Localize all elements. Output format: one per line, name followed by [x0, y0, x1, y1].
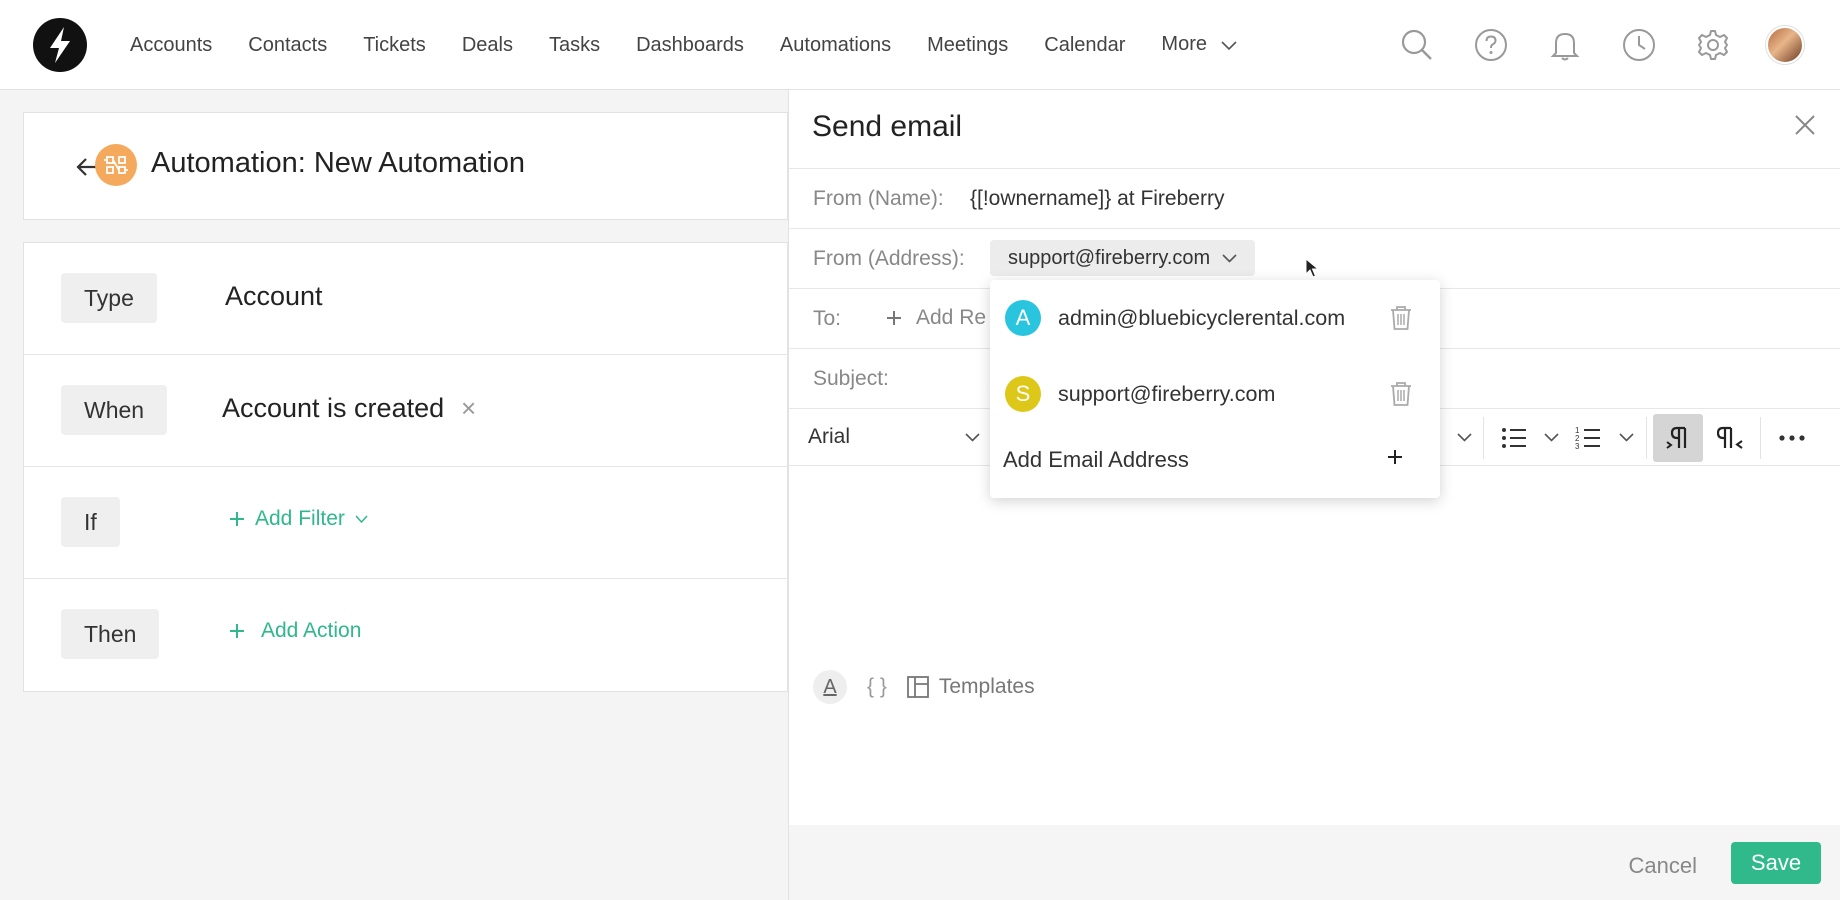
automation-rules-card: Type Account When Account is created × I…: [23, 242, 789, 692]
address-initial-badge: A: [1005, 300, 1041, 336]
add-email-address-label: Add Email Address: [1003, 447, 1189, 472]
help-icon[interactable]: [1470, 24, 1512, 66]
add-email-address-button[interactable]: Add Email Address: [990, 430, 1440, 490]
close-icon[interactable]: [1792, 112, 1818, 138]
template-icon: [906, 676, 929, 698]
rule-value-type[interactable]: Account: [225, 281, 323, 312]
chevron-down-icon[interactable]: [1544, 429, 1559, 447]
plus-icon: [887, 311, 901, 325]
plus-icon: [1386, 448, 1404, 471]
add-filter-label: Add Filter: [255, 507, 345, 530]
add-action-button[interactable]: Add Action: [229, 619, 361, 643]
nav-item-contacts[interactable]: Contacts: [230, 34, 345, 57]
from-name-row: From (Name): {[!ownername]} at Fireberry: [789, 168, 1840, 228]
header-actions: [1396, 24, 1804, 66]
rule-row-if: If Add Filter: [24, 467, 789, 579]
gear-icon[interactable]: [1692, 24, 1734, 66]
address-option[interactable]: S support@fireberry.com: [990, 356, 1440, 432]
nav-item-automations[interactable]: Automations: [762, 34, 909, 57]
add-action-label: Add Action: [261, 619, 362, 642]
subject-label: Subject:: [813, 367, 889, 390]
trash-icon[interactable]: [1389, 305, 1413, 331]
chevron-down-icon[interactable]: [965, 429, 980, 447]
editor-bottom-tools: A { } Templates: [813, 670, 1035, 704]
add-recipient-button[interactable]: Add Re: [886, 306, 986, 330]
nav-item-dashboards[interactable]: Dashboards: [618, 34, 762, 57]
svg-text:3: 3: [1575, 442, 1580, 451]
rule-row-type: Type Account: [24, 243, 789, 355]
chevron-down-icon: [1220, 34, 1237, 57]
add-filter-button[interactable]: Add Filter: [229, 507, 368, 531]
from-address-label: From (Address):: [813, 247, 965, 270]
from-address-dropdown: A admin@bluebicyclerental.com S support@…: [990, 280, 1440, 498]
from-name-label: From (Name):: [813, 187, 944, 210]
rule-chip-when: When: [61, 385, 168, 435]
bell-icon[interactable]: [1544, 24, 1586, 66]
address-initial-badge: S: [1005, 376, 1041, 412]
rule-row-then: Then Add Action: [24, 579, 789, 691]
numbered-list-icon[interactable]: 123: [1563, 414, 1613, 462]
rule-chip-if: If: [61, 497, 120, 547]
bulleted-list-icon[interactable]: [1489, 414, 1539, 462]
to-label: To:: [813, 307, 842, 330]
rule-row-when: When Account is created ×: [24, 355, 789, 467]
nav-item-calendar[interactable]: Calendar: [1026, 34, 1143, 57]
toolbar-divider: [1646, 417, 1647, 459]
chevron-down-icon[interactable]: [1619, 429, 1634, 447]
templates-label: Templates: [938, 675, 1035, 698]
remove-trigger-icon[interactable]: ×: [461, 393, 476, 424]
nav-item-tickets[interactable]: Tickets: [345, 34, 444, 57]
rule-value-when[interactable]: Account is created: [222, 393, 444, 424]
from-address-select[interactable]: support@fireberry.com: [990, 240, 1256, 276]
more-options-icon[interactable]: [1767, 414, 1817, 462]
font-family-select[interactable]: Arial: [808, 425, 850, 449]
from-address-value: support@fireberry.com: [1008, 246, 1211, 269]
nav-more-label: More: [1161, 33, 1207, 56]
from-name-value[interactable]: {[!ownername]} at Fireberry: [970, 187, 1224, 211]
cancel-button[interactable]: Cancel: [1629, 853, 1697, 879]
templates-button[interactable]: Templates: [906, 675, 1035, 699]
text-format-icon[interactable]: A: [813, 670, 847, 704]
toolbar-divider: [1483, 417, 1484, 459]
ltr-paragraph-icon[interactable]: [1653, 414, 1703, 462]
plus-icon: [230, 624, 244, 638]
nav-item-accounts[interactable]: Accounts: [112, 34, 230, 57]
user-avatar[interactable]: [1766, 26, 1804, 64]
nav-item-meetings[interactable]: Meetings: [909, 34, 1026, 57]
nav-more-menu[interactable]: More: [1143, 33, 1254, 56]
rtl-paragraph-icon[interactable]: [1705, 414, 1755, 462]
nav-item-tasks[interactable]: Tasks: [531, 34, 618, 57]
chevron-down-icon[interactable]: [1457, 429, 1472, 447]
toolbar-divider: [1760, 417, 1761, 459]
panel-footer: Cancel Save: [789, 825, 1840, 900]
automation-title: Automation: New Automation: [151, 147, 525, 179]
plus-icon: [230, 512, 244, 526]
trash-icon[interactable]: [1389, 381, 1413, 407]
top-navigation-bar: Accounts Contacts Tickets Deals Tasks Da…: [0, 0, 1840, 90]
address-option[interactable]: A admin@bluebicyclerental.com: [990, 280, 1440, 356]
clock-icon[interactable]: [1618, 24, 1660, 66]
address-option-email: support@fireberry.com: [1058, 381, 1276, 406]
panel-title: Send email: [812, 110, 963, 143]
add-recipient-label: Add Re: [916, 306, 987, 329]
save-button[interactable]: Save: [1731, 842, 1821, 884]
email-body-editor[interactable]: [789, 467, 1840, 840]
rule-chip-type: Type: [61, 273, 157, 323]
chevron-down-icon: [355, 515, 368, 523]
nav-item-deals[interactable]: Deals: [444, 34, 531, 57]
address-option-email: admin@bluebicyclerental.com: [1058, 305, 1346, 330]
automation-icon: [95, 144, 137, 186]
main-nav: Accounts Contacts Tickets Deals Tasks Da…: [112, 0, 1255, 90]
search-icon[interactable]: [1396, 24, 1438, 66]
fireberry-logo[interactable]: [33, 18, 87, 72]
rule-chip-then: Then: [61, 609, 160, 659]
mouse-cursor-icon: [1305, 257, 1320, 283]
insert-field-button[interactable]: { }: [867, 675, 887, 699]
chevron-down-icon: [1222, 253, 1237, 263]
